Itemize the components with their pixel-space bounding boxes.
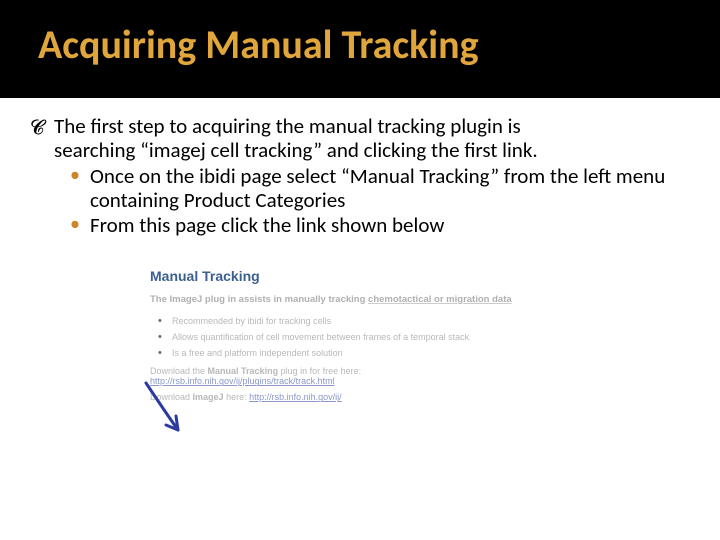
slide: Acquiring Manual Tracking 𝓒 The first st…	[0, 0, 720, 540]
download-imagej-link[interactable]: http://rsb.info.nih.gov/ij/	[249, 392, 342, 402]
dl-mt-prefix: Download the	[150, 366, 208, 376]
feature-item: Is a free and platform independent solut…	[158, 348, 590, 358]
sub-bullet-list: Once on the ibidi page select “Manual Tr…	[30, 164, 690, 236]
dl-ij-bold: ImageJ	[193, 392, 224, 402]
dl-ij-suffix: here:	[224, 392, 250, 402]
dl-mt-suffix: plug in for free here:	[278, 366, 361, 376]
download-manual-tracking: Download the Manual Tracking plug in for…	[150, 366, 590, 386]
dl-ij-prefix: Download	[150, 392, 193, 402]
body-line-2: searching “imagej cell tracking” and cli…	[30, 138, 690, 162]
sub-bullet: Once on the ibidi page select “Manual Tr…	[68, 164, 690, 212]
feature-item: Recommended by ibidi for tracking cells	[158, 316, 590, 326]
embedded-heading: Manual Tracking	[150, 268, 590, 284]
body-line-1: 𝓒 The first step to acquiring the manual…	[30, 114, 690, 138]
flourish-icon: 𝓒	[30, 117, 44, 140]
content-panel: 𝓒 The first step to acquiring the manual…	[0, 98, 720, 540]
body-line-1-text: The first step to acquiring the manual t…	[54, 113, 521, 139]
embedded-screenshot: Manual Tracking The ImageJ plug in assis…	[150, 268, 590, 402]
embedded-intro-keyword: chemotactical or migration data	[368, 294, 512, 305]
embedded-intro: The ImageJ plug in assists in manually t…	[150, 294, 590, 306]
dl-mt-bold: Manual Tracking	[208, 366, 279, 376]
feature-item: Allows quantification of cell movement b…	[158, 332, 590, 342]
body-text: 𝓒 The first step to acquiring the manual…	[30, 114, 690, 237]
download-manual-tracking-link[interactable]: http://rsb.info.nih.gov/ij/plugins/track…	[150, 376, 335, 386]
slide-title: Acquiring Manual Tracking	[38, 20, 479, 69]
embedded-intro-prefix: The ImageJ plug in assists in manually t…	[150, 294, 368, 305]
feature-list: Recommended by ibidi for tracking cells …	[158, 316, 590, 358]
download-imagej: Download ImageJ here: http://rsb.info.ni…	[150, 392, 590, 402]
sub-bullet: From this page click the link shown belo…	[68, 213, 690, 237]
